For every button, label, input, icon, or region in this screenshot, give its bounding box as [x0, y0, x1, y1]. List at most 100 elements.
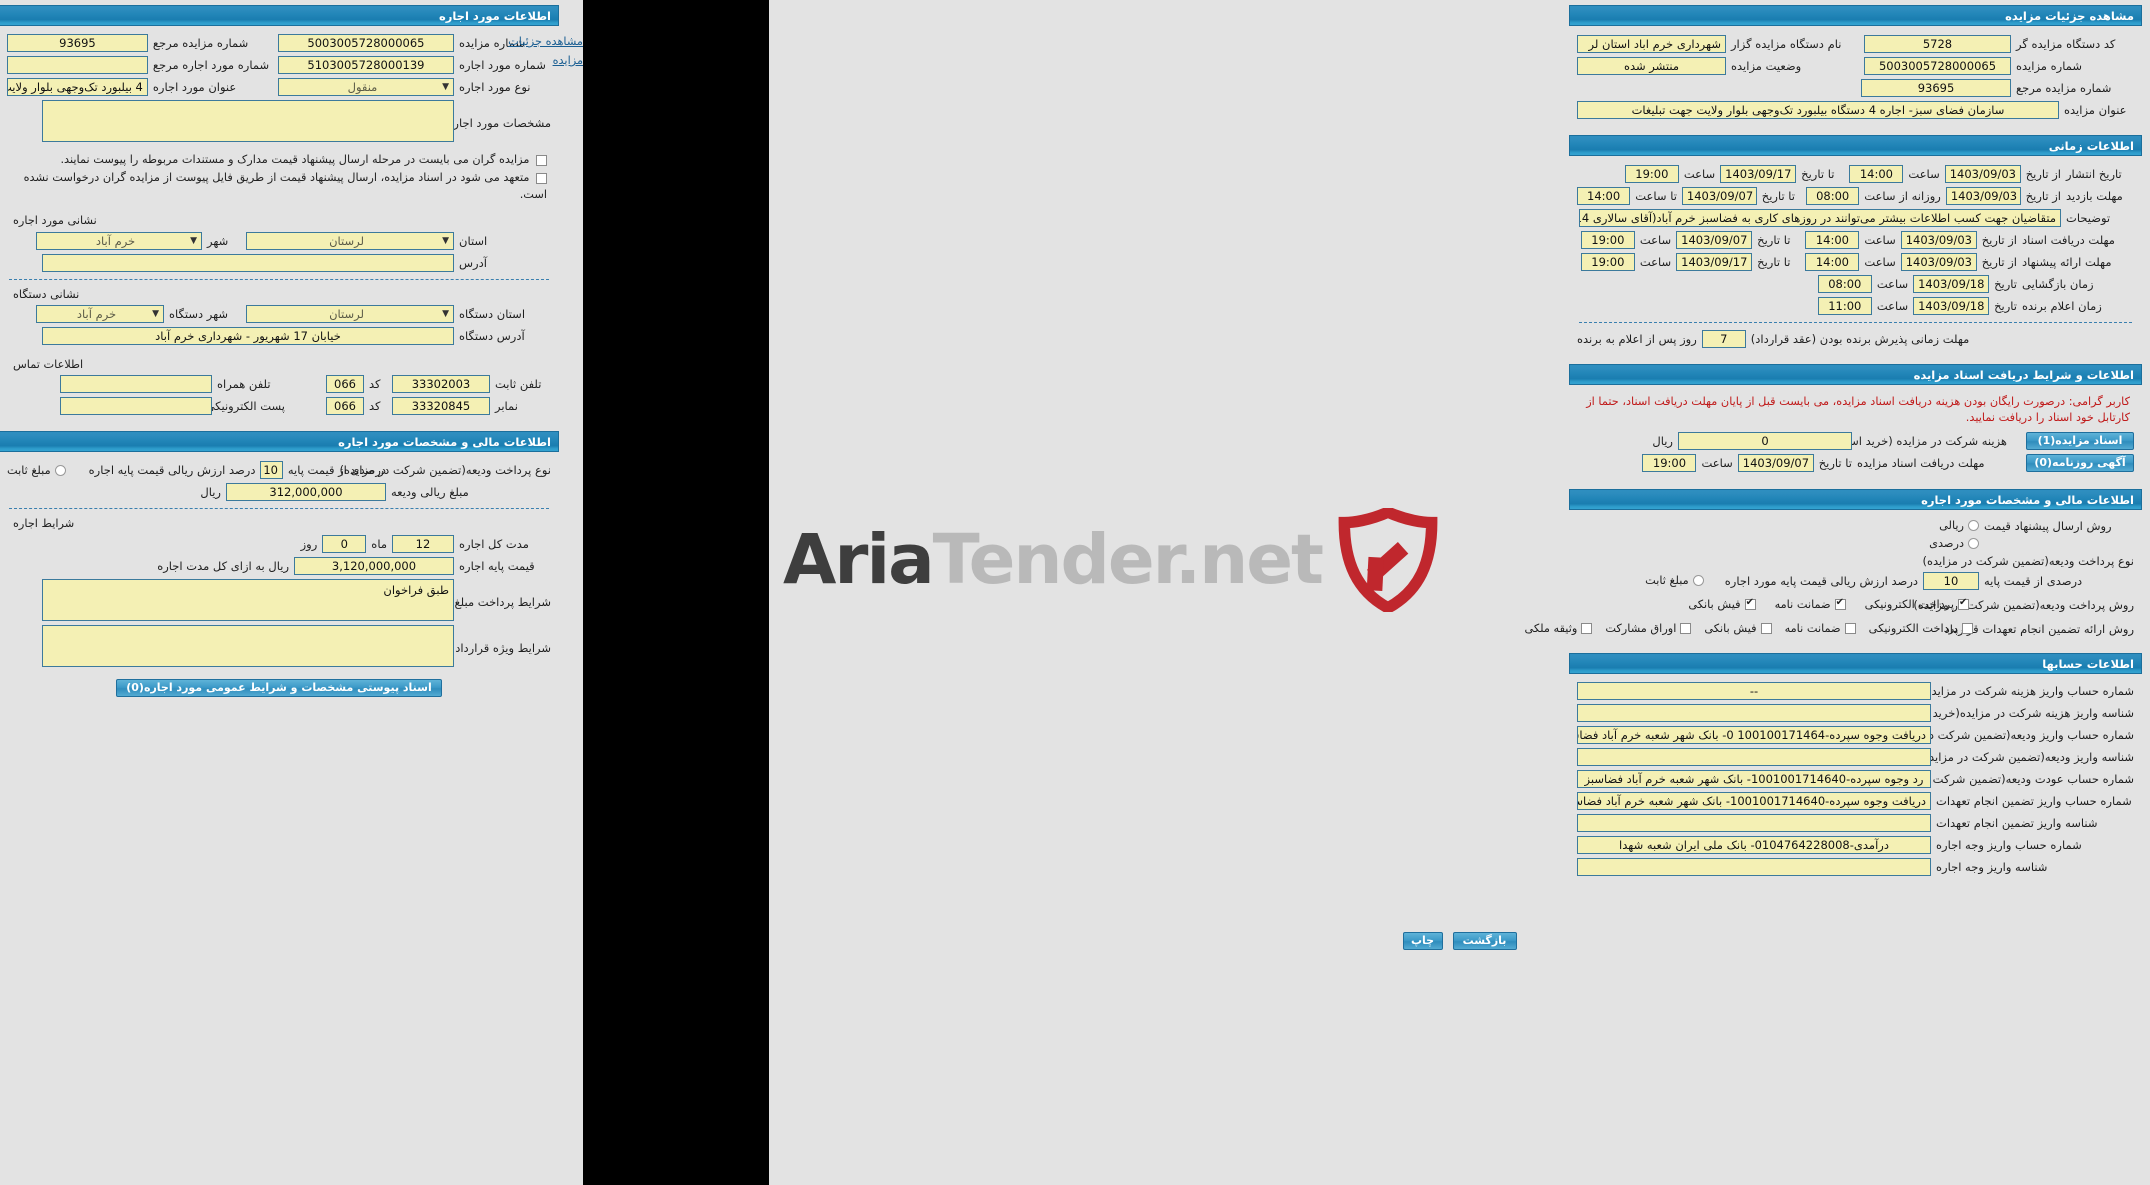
option-percent[interactable]: درصدی — [1929, 537, 1979, 550]
field-publish-from-time[interactable]: 14:00 — [1849, 165, 1904, 183]
field-time-notes[interactable]: متقاضیان جهت کسب اطلاعات بیشتر می‌توانند… — [1579, 209, 2061, 227]
field-proposal-to-time[interactable]: 19:00 — [1580, 253, 1635, 271]
option-fixed-amount[interactable]: مبلغ ثابت — [7, 464, 66, 477]
field-deposit-amount[interactable]: 312,000,000 — [226, 483, 386, 502]
account-row-value[interactable]: دریافت وجوه سپرده-1001001714640- بانک شه… — [1577, 791, 1931, 810]
field-auction-number-right[interactable]: 5003005728000065 — [1863, 57, 2011, 75]
field-publish-to-time[interactable]: 19:00 — [1624, 165, 1679, 183]
select-lease-city[interactable]: ▼ خرم آباد — [36, 231, 202, 250]
checkbox-guarantee-electronic[interactable] — [1962, 623, 1973, 635]
field-lease-number[interactable]: 5103005728000139 — [277, 56, 454, 74]
back-button[interactable]: بازگشت — [1452, 931, 1517, 950]
field-ref-lease-number[interactable] — [7, 56, 148, 74]
account-row-value[interactable] — [1577, 813, 1931, 832]
option-fixed-right[interactable]: مبلغ ثابت — [1645, 574, 1704, 587]
field-agency-address[interactable]: خیابان 17 شهریور - شهرداری خرم آباد — [42, 326, 454, 345]
label-lease-address: آدرس — [459, 255, 487, 270]
field-proposal-from-date[interactable]: 1403/09/03 — [1900, 253, 1977, 271]
field-docs-deadline-date[interactable]: 1403/09/07 — [1737, 453, 1814, 472]
radio-percent[interactable] — [1968, 537, 1979, 549]
checkbox-guarantee-bonds[interactable] — [1680, 623, 1692, 635]
account-row-value[interactable] — [1577, 747, 1931, 766]
radio-rial[interactable] — [1968, 520, 1979, 532]
auction-documents-button[interactable]: اسناد مزایده(1) — [2026, 431, 2134, 450]
select-agency-city[interactable]: ▼ خرم آباد — [36, 304, 164, 323]
textarea-lease-specs[interactable] — [42, 100, 454, 142]
label-lease-address-section: نشانی مورد اجاره — [13, 214, 97, 228]
field-email[interactable] — [60, 397, 212, 416]
radio-fixed-amount[interactable] — [54, 464, 66, 476]
print-button[interactable]: چاپ — [1402, 931, 1443, 950]
field-deposit-percent-right[interactable]: 10 — [1923, 571, 1979, 590]
textarea-payment-terms[interactable]: طبق فراخوان — [42, 578, 454, 621]
account-row-value[interactable]: -- — [1577, 681, 1931, 700]
textarea-special-terms[interactable] — [42, 624, 454, 667]
field-opening-date[interactable]: 1403/09/18 — [1913, 275, 1990, 293]
field-telephone-code[interactable]: 066 — [326, 375, 364, 394]
field-visit-to-date[interactable]: 1403/09/07 — [1681, 187, 1757, 205]
field-fax-code[interactable]: 066 — [326, 397, 364, 416]
account-row-value[interactable]: رد وجوه سپرده-1001001714640- بانک شهر شع… — [1577, 769, 1931, 788]
select-lease-province[interactable]: ▼ لرستان — [246, 231, 454, 250]
field-ref-auction-number[interactable]: 93695 — [7, 34, 148, 52]
field-auction-status[interactable]: منتشر شده — [1577, 57, 1726, 75]
newspaper-ad-button[interactable]: آگهی روزنامه(0) — [2026, 453, 2134, 472]
lease-attachments-button[interactable]: اسناد پیوستی مشخصات و شرایط عمومی مورد ا… — [116, 678, 442, 697]
option-rial[interactable]: ریالی — [1939, 519, 1979, 532]
field-acceptance-days[interactable]: 7 — [1701, 330, 1746, 348]
field-ref-number-right[interactable]: 93695 — [1861, 79, 2011, 97]
option-guarantee-letter[interactable]: ضمانت نامه — [1785, 622, 1856, 635]
field-doc-to-time[interactable]: 19:00 — [1580, 231, 1635, 249]
field-award-time[interactable]: 11:00 — [1817, 297, 1872, 315]
field-doc-from-time[interactable]: 14:00 — [1805, 231, 1860, 249]
field-auction-subject[interactable]: سازمان فضای سبز- اجاره 4 دستگاه بیلبورد … — [1577, 101, 2059, 119]
field-publish-from-date[interactable]: 1403/09/03 — [1944, 165, 2021, 183]
option-pay-electronic[interactable]: پرداخت الکترونیکی — [1865, 597, 1969, 611]
field-duration-months[interactable]: 12 — [392, 534, 454, 553]
checkbox-guarantee-receipt[interactable] — [1760, 623, 1772, 635]
field-duration-days[interactable]: 0 — [322, 534, 367, 553]
checkbox-pay-bank-receipt[interactable] — [1744, 597, 1756, 611]
field-agency-code[interactable]: 5728 — [1863, 35, 2011, 53]
field-doc-from-date[interactable]: 1403/09/03 — [1900, 231, 1977, 249]
account-row-value[interactable]: درآمدی-0104764228008- بانک ملی ایران شعب… — [1577, 835, 1931, 854]
account-row-value[interactable] — [1577, 857, 1931, 876]
field-opening-time[interactable]: 08:00 — [1817, 275, 1872, 293]
field-docs-fee[interactable]: 0 — [1678, 431, 1852, 450]
checkbox-pay-electronic[interactable] — [1958, 597, 1969, 611]
option-guarantee-bonds[interactable]: اوراق مشارکت — [1605, 622, 1692, 635]
option-guarantee-receipt[interactable]: فیش بانکی — [1704, 622, 1772, 635]
select-agency-province[interactable]: ▼ لرستان — [246, 304, 454, 323]
field-deposit-percent[interactable]: 10 — [260, 461, 283, 480]
field-proposal-from-time[interactable]: 14:00 — [1805, 253, 1860, 271]
option-pay-guarantee[interactable]: ضمانت نامه — [1775, 597, 1846, 611]
checkbox-guarantee-letter[interactable] — [1844, 623, 1856, 635]
field-lease-address[interactable] — [42, 253, 454, 272]
field-telephone[interactable]: 33302003 — [392, 375, 490, 394]
account-row-value[interactable]: دریافت وجوه سپرده-100100171464 0- بانک ش… — [1577, 725, 1931, 744]
field-award-date[interactable]: 1403/09/18 — [1913, 297, 1990, 315]
field-docs-deadline-time[interactable]: 19:00 — [1642, 453, 1697, 472]
field-visit-from-time[interactable]: 08:00 — [1806, 187, 1860, 205]
field-agency-name[interactable]: شهرداری خرم اباد استان لر — [1577, 35, 1726, 53]
account-row-value[interactable] — [1577, 703, 1931, 722]
field-fax[interactable]: 33320845 — [392, 397, 490, 416]
field-mobile[interactable] — [60, 375, 212, 394]
option-guarantee-electronic[interactable]: پرداخت الکترونیکی — [1869, 622, 1973, 635]
checkbox-guarantee-property[interactable] — [1581, 623, 1593, 635]
option-guarantee-property[interactable]: وثیقه ملکی — [1525, 622, 1593, 635]
field-auction-number[interactable]: 5003005728000065 — [277, 34, 454, 52]
select-lease-type[interactable]: ▼ منقول — [277, 78, 454, 96]
field-visit-from-date[interactable]: 1403/09/03 — [1945, 187, 2021, 205]
view-auction-details-link[interactable]: مشاهده جزئیات مزایده — [508, 35, 583, 67]
row-publish-date: تاریخ انتشار از تاریخ 1403/09/03 ساعت 14… — [1577, 165, 2134, 183]
radio-fixed-right[interactable] — [1692, 575, 1704, 587]
checkbox-pay-guarantee[interactable] — [1834, 597, 1846, 611]
field-base-price[interactable]: 3,120,000,000 — [294, 556, 454, 575]
field-proposal-to-date[interactable]: 1403/09/17 — [1676, 253, 1753, 271]
option-pay-bank-receipt[interactable]: فیش بانکی — [1688, 597, 1756, 611]
field-visit-to-time[interactable]: 14:00 — [1577, 187, 1631, 205]
field-doc-to-date[interactable]: 1403/09/07 — [1676, 231, 1753, 249]
field-publish-to-date[interactable]: 1403/09/17 — [1720, 165, 1797, 183]
field-lease-title[interactable]: 4 بیلبورد تک‌وجهی بلوار ولایت — [7, 78, 148, 96]
